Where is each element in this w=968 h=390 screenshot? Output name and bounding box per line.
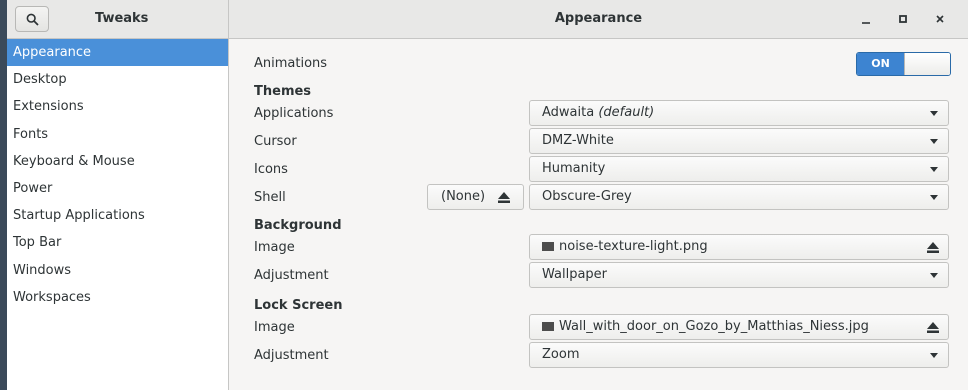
shell-label: Shell <box>254 190 286 205</box>
sidebar-item-appearance[interactable]: Appearance <box>7 39 228 67</box>
themes-heading: Themes <box>254 84 312 99</box>
sidebar-item-extensions[interactable]: Extensions <box>7 93 228 120</box>
background-heading: Background <box>254 218 342 233</box>
sidebar-item-top-bar[interactable]: Top Bar <box>7 229 228 256</box>
dropdown-arrow-icon <box>930 167 938 172</box>
eject-icon <box>927 322 939 333</box>
lock-screen-adjustment-value: Zoom <box>542 347 580 362</box>
sidebar-item-startup-applications[interactable]: Startup Applications <box>7 202 228 229</box>
shell-theme-dropdown[interactable]: Obscure-Grey <box>529 184 949 210</box>
dropdown-arrow-icon <box>930 139 938 144</box>
eject-icon <box>498 192 510 203</box>
cursor-theme-value: DMZ-White <box>542 133 614 148</box>
icons-theme-dropdown[interactable]: Humanity <box>529 156 949 182</box>
background-image-chooser[interactable]: noise-texture-light.png <box>529 234 949 260</box>
minimize-button[interactable] <box>854 8 878 30</box>
sidebar: Appearance Desktop Extensions Fonts Keyb… <box>7 39 229 390</box>
applications-default-tag: (default) <box>598 105 655 120</box>
cursor-theme-dropdown[interactable]: DMZ-White <box>529 128 949 154</box>
search-icon <box>26 13 39 26</box>
lock-screen-image-label: Image <box>254 320 295 335</box>
dropdown-arrow-icon <box>930 273 938 278</box>
appearance-panel: Animations ON Themes Applications Adwait… <box>229 39 968 390</box>
sidebar-item-windows[interactable]: Windows <box>7 257 228 284</box>
search-button[interactable] <box>15 6 49 32</box>
background-image-value: noise-texture-light.png <box>559 239 708 254</box>
shell-none-button[interactable]: (None) <box>427 184 524 210</box>
background-adjustment-dropdown[interactable]: Wallpaper <box>529 262 949 288</box>
header-left: Tweaks <box>7 0 229 39</box>
eject-icon <box>927 242 939 253</box>
sidebar-item-workspaces[interactable]: Workspaces <box>7 284 228 311</box>
close-icon <box>936 15 944 23</box>
cursor-label: Cursor <box>254 134 297 149</box>
sidebar-item-fonts[interactable]: Fonts <box>7 121 228 148</box>
icons-label: Icons <box>254 162 288 177</box>
close-button[interactable] <box>928 8 952 30</box>
sidebar-item-power[interactable]: Power <box>7 175 228 202</box>
switch-on-label: ON <box>857 53 904 75</box>
dropdown-arrow-icon <box>930 353 938 358</box>
file-icon <box>542 242 554 251</box>
lock-screen-adjustment-label: Adjustment <box>254 348 329 363</box>
lock-screen-heading: Lock Screen <box>254 298 343 313</box>
applications-label: Applications <box>254 106 334 121</box>
background-adjustment-value: Wallpaper <box>542 267 608 282</box>
sidebar-item-desktop[interactable]: Desktop <box>7 66 228 93</box>
applications-theme-dropdown[interactable]: Adwaita (default) <box>529 100 949 126</box>
minimize-icon <box>862 22 870 24</box>
lock-screen-image-value: Wall_with_door_on_Gozo_by_Matthias_Niess… <box>559 319 869 334</box>
shell-none-label: (None) <box>441 189 486 204</box>
lock-screen-image-chooser[interactable]: Wall_with_door_on_Gozo_by_Matthias_Niess… <box>529 314 949 340</box>
shell-theme-value: Obscure-Grey <box>542 189 632 204</box>
header-bar: Tweaks Appearance <box>7 0 968 39</box>
dropdown-arrow-icon <box>930 111 938 116</box>
desktop-edge <box>0 0 7 390</box>
lock-screen-adjustment-dropdown[interactable]: Zoom <box>529 342 949 368</box>
icons-theme-value: Humanity <box>542 161 606 176</box>
switch-knob <box>904 53 950 75</box>
tweaks-window: Tweaks Appearance Appearance Desktop Ext… <box>0 0 968 390</box>
maximize-button[interactable] <box>891 8 915 30</box>
sidebar-item-keyboard-mouse[interactable]: Keyboard & Mouse <box>7 148 228 175</box>
maximize-icon <box>899 15 907 23</box>
animations-label: Animations <box>254 56 328 71</box>
file-icon <box>542 322 554 331</box>
animations-switch[interactable]: ON <box>856 52 951 76</box>
dropdown-arrow-icon <box>930 195 938 200</box>
background-image-label: Image <box>254 240 295 255</box>
sidebar-title: Tweaks <box>95 11 149 26</box>
applications-theme-value: Adwaita <box>542 105 595 120</box>
background-adjustment-label: Adjustment <box>254 268 329 283</box>
